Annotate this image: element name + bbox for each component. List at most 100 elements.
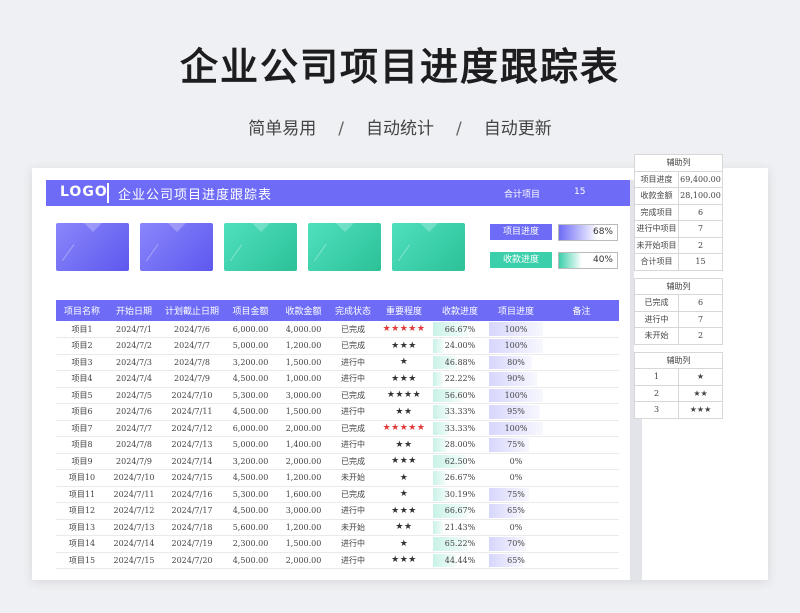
progress-cell-value: 75% [507,489,525,499]
table-row: 项目8 2024/7/8 2024/7/13 5,000.00 1,400.00 进行中 ★… [56,436,619,454]
page-subtitle: 简单易用 / 自动统计 / 自动更新 [0,114,800,139]
card-decoration [62,244,90,272]
table-row: 项目5 2024/7/5 2024/7/10 5,300.00 3,000.00 已完成 ★… [56,387,619,404]
project-name-cell: 项目13 [56,519,108,536]
helper-label: 已完成 [634,294,679,312]
helper-row: 完成项目 6 [634,203,723,221]
progress-cell-value: 56.60% [444,390,476,400]
helper-spacer-cell [634,269,723,279]
collection-progress-cell: 28.00% [432,436,488,454]
due-date-cell: 2024/7/15 [160,469,224,487]
start-date-cell: 2024/7/1 [108,321,160,338]
notes-cell [544,321,619,338]
start-date-cell: 2024/7/8 [108,436,160,454]
helper-label: 2 [634,384,679,402]
total-projects-label: 合计项目 [504,190,541,200]
start-date-cell: 2024/7/5 [108,387,160,404]
notes-cell [544,370,619,388]
helper-section-header: 辅助列 [634,154,723,172]
card-fold-icon [252,223,270,232]
project-progress-cell: 100% [488,420,544,437]
collected-cell: 1,200.00 [277,469,330,487]
due-date-cell: 2024/7/9 [160,370,224,388]
notes-cell [544,469,619,487]
project-progress-cell: 80% [488,354,544,371]
start-date-cell: 2024/7/11 [108,486,160,503]
helper-row: 2 ★★ [634,384,723,402]
project-progress-cell: 0% [488,469,544,487]
due-date-cell: 2024/7/14 [160,453,224,470]
amount-cell: 5,000.00 [224,337,277,355]
notes-cell [544,337,619,355]
column-header: 重要程度 [376,300,432,321]
amount-cell: 6,000.00 [224,321,277,338]
helper-value: ★★ [678,384,723,402]
project-name-cell: 项目1 [56,321,108,338]
helper-label: 进行中 [634,310,679,328]
notes-cell [544,453,619,470]
notes-cell [544,436,619,454]
notes-cell [544,403,619,421]
status-cell: 进行中 [330,354,376,371]
column-header: 收款金额 [277,300,330,321]
progress-cell-value: 22.22% [444,374,476,384]
project-name-cell: 项目3 [56,354,108,371]
collection-progress-cell: 66.67% [432,502,488,520]
project-progress-cell: 75% [488,486,544,503]
importance-stars: ★ [376,354,432,371]
progress-cell-bar [433,471,446,485]
collected-cell: 1,500.00 [277,403,330,421]
due-date-cell: 2024/7/13 [160,436,224,454]
table-row: 项目3 2024/7/3 2024/7/8 3,200.00 1,500.00 进行中 ★ 4… [56,354,619,371]
progress-cell-value: 33.33% [444,407,476,417]
due-date-cell: 2024/7/20 [160,552,224,569]
helper-section-header: 辅助列 [634,277,723,295]
helper-value: 6 [678,203,723,221]
helper-section-title: 辅助列 [634,277,723,295]
due-date-cell: 2024/7/19 [160,535,224,553]
collection-progress-cell: 33.33% [432,420,488,437]
due-date-cell: 2024/7/10 [160,387,224,404]
amount-cell: 5,300.00 [224,387,277,404]
progress-cell-value: 0% [509,522,523,532]
progress-cell-value: 100% [504,423,528,433]
due-date-cell: 2024/7/8 [160,354,224,371]
due-date-cell: 2024/7/7 [160,337,224,355]
due-date-cell: 2024/7/18 [160,519,224,536]
amount-cell: 5,300.00 [224,486,277,503]
progress-cell-value: 65% [507,506,525,516]
collection-progress-cell: 46.88% [432,354,488,371]
progress-cell-value: 0% [509,473,523,483]
collected-cell: 1,000.00 [277,370,330,388]
progress-cell-value: 80% [507,357,525,367]
progress-cell-value: 33.33% [444,423,476,433]
start-date-cell: 2024/7/10 [108,469,160,487]
collection-progress-cell: 21.43% [432,519,488,536]
project-progress-cell: 100% [488,337,544,355]
project-name-cell: 项目6 [56,403,108,421]
importance-stars: ★★★ [376,337,432,355]
helper-value: 69,400.00 [678,170,723,188]
due-date-cell: 2024/7/16 [160,486,224,503]
progress-label: 收款进度 [490,252,552,268]
status-cell: 已完成 [330,337,376,355]
collection-progress-cell: 66.67% [432,321,488,338]
helper-spacer [634,343,723,353]
helper-label: 完成项目 [634,203,679,221]
collection-progress-cell: 30.19% [432,486,488,503]
notes-cell [544,502,619,520]
project-name-cell: 项目5 [56,387,108,404]
project-name-cell: 项目9 [56,453,108,470]
helper-label: 项目进度 [634,170,679,188]
project-name-cell: 项目12 [56,502,108,520]
summary-card [392,223,465,272]
status-cell: 进行中 [330,403,376,421]
start-date-cell: 2024/7/7 [108,420,160,437]
helper-row: 进行中 7 [634,310,723,328]
progress-bar: 68% [558,224,618,241]
subtitle-separator: / [338,119,344,139]
helper-spacer [634,269,723,279]
card-fold-icon [336,223,354,232]
header-divider [107,183,109,203]
progress-cell-value: 28.00% [444,440,476,450]
